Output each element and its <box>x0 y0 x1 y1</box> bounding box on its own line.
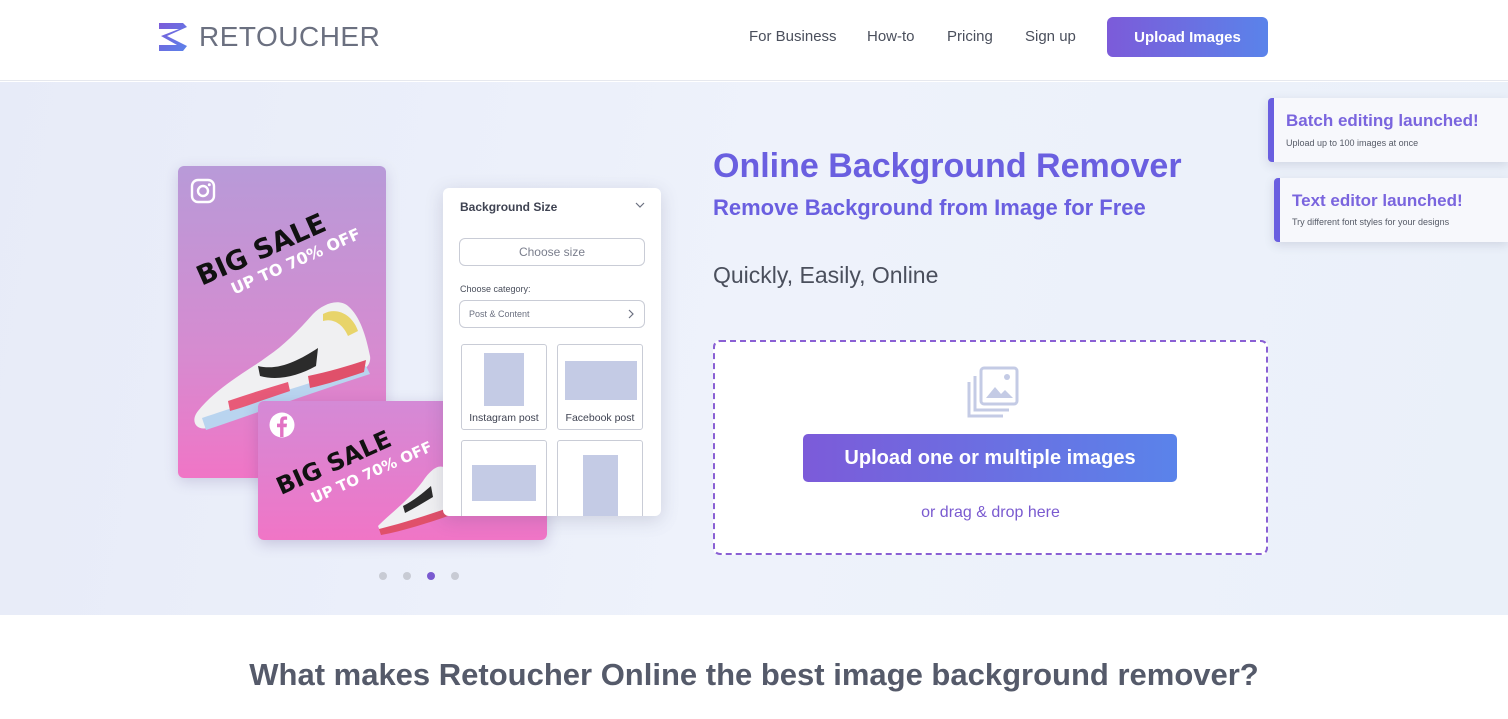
carousel-dot[interactable] <box>403 572 411 580</box>
tile-preview <box>583 455 618 516</box>
facebook-icon <box>269 412 295 438</box>
choose-size-field[interactable]: Choose size <box>459 238 645 266</box>
nav-sign-up[interactable]: Sign up <box>1025 28 1076 45</box>
notice-text: Try different font styles for your desig… <box>1292 217 1450 227</box>
tile-landscape[interactable] <box>461 440 547 516</box>
tile-preview <box>472 465 536 501</box>
category-value: Post & Content <box>469 309 530 319</box>
category-select[interactable]: Post & Content <box>459 300 645 328</box>
tile-preview <box>565 361 637 400</box>
carousel-dot-active[interactable] <box>427 572 435 580</box>
carousel-dot[interactable] <box>379 572 387 580</box>
chevron-down-icon[interactable] <box>635 200 645 210</box>
upload-multiple-button[interactable]: Upload one or multiple images <box>803 434 1177 482</box>
section-title: What makes Retoucher Online the best ima… <box>249 657 1259 692</box>
upload-images-button[interactable]: Upload Images <box>1107 17 1268 57</box>
logo[interactable]: RETOUCHER <box>157 20 380 54</box>
logo-text: RETOUCHER <box>199 21 381 52</box>
notice-batch-editing[interactable]: Batch editing launched! Upload up to 100… <box>1268 98 1508 162</box>
upload-dropzone[interactable]: Upload one or multiple images or drag & … <box>713 340 1268 555</box>
background-size-panel: Background Size Choose size Choose categ… <box>443 188 661 516</box>
images-icon <box>967 366 1019 418</box>
tile-label: Instagram post <box>469 412 539 424</box>
hero-subtitle: Remove Background from Image for Free <box>713 195 1146 220</box>
instagram-icon <box>190 178 216 204</box>
nav-for-business[interactable]: For Business <box>749 28 837 45</box>
tile-facebook-post[interactable]: Facebook post <box>557 344 643 430</box>
sneaker-image-fb <box>378 466 451 535</box>
panel-title: Background Size <box>460 200 558 214</box>
nav-pricing[interactable]: Pricing <box>947 28 993 45</box>
site-header: RETOUCHER For Business How-to Pricing Si… <box>0 0 1508 81</box>
nav-how-to[interactable]: How-to <box>867 28 915 45</box>
hero-title: Online Background Remover <box>713 147 1182 185</box>
drag-drop-text: or drag & drop here <box>921 504 1060 521</box>
category-label: Choose category: <box>460 284 531 294</box>
notice-text-editor[interactable]: Text editor launched! Try different font… <box>1274 178 1508 242</box>
notice-text: Upload up to 100 images at once <box>1286 138 1419 148</box>
tile-label: Facebook post <box>565 412 635 424</box>
hero-tagline: Quickly, Easily, Online <box>713 262 939 288</box>
tile-portrait[interactable] <box>557 440 643 516</box>
carousel-dot[interactable] <box>451 572 459 580</box>
retoucher-logo-icon <box>159 23 187 51</box>
notice-title: Batch editing launched! <box>1286 111 1479 130</box>
tile-preview <box>484 353 524 406</box>
tile-instagram-post[interactable]: Instagram post <box>461 344 547 430</box>
notice-title: Text editor launched! <box>1292 191 1463 210</box>
chevron-right-icon <box>628 309 634 319</box>
